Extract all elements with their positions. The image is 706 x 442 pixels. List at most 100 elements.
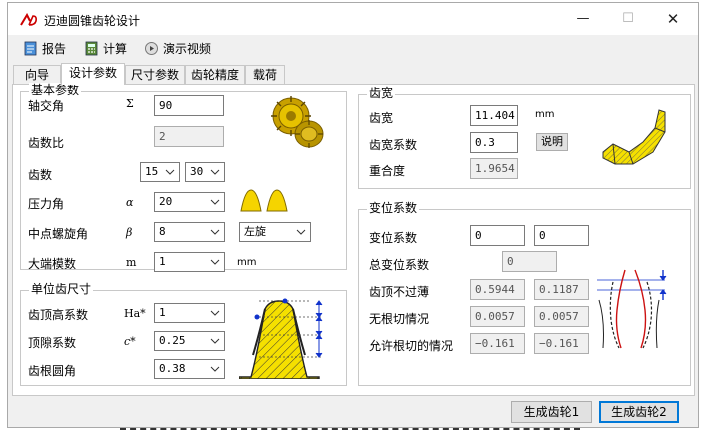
maximize-button[interactable]: ☐	[606, 7, 650, 31]
pressure-angle-symbol: α	[126, 196, 134, 209]
report-button[interactable]: 报告	[23, 38, 66, 58]
generate-gear2-button[interactable]: 生成齿轮2	[599, 401, 679, 423]
no-undercut-1-field: 0.0057	[470, 306, 525, 327]
allow-undercut-1-field: −0.161	[470, 333, 525, 354]
clearance-value: 0.25	[159, 334, 186, 347]
chevron-down-icon	[210, 199, 220, 205]
divider	[120, 428, 580, 434]
chevron-down-icon	[210, 229, 220, 235]
tab-gear-accuracy[interactable]: 齿轮精度	[185, 65, 245, 85]
contact-ratio-field: 1.9654	[470, 158, 518, 179]
calc-label: 计算	[103, 41, 128, 56]
clearance-select[interactable]: 0.25	[154, 331, 225, 351]
chevron-down-icon	[296, 229, 306, 235]
calculator-icon	[85, 41, 98, 55]
clearance-label: 顶隙系数	[28, 336, 77, 350]
chevron-down-icon	[210, 338, 220, 344]
teeth-z1-select[interactable]: 15	[140, 162, 180, 182]
shaft-angle-input[interactable]: 90	[154, 95, 224, 116]
window-title: 迈迪圆锥齿轮设计	[44, 14, 141, 28]
bevel-gear-pair-icon	[271, 96, 324, 148]
addendum-value: 1	[159, 306, 166, 319]
ratio-field: 2	[154, 126, 224, 147]
chevron-down-icon	[210, 169, 220, 175]
module-label: 大端模数	[28, 257, 77, 271]
teeth-z2-select[interactable]: 30	[185, 162, 225, 182]
basic-params-title: 基本参数	[29, 83, 82, 97]
face-width-title: 齿宽	[367, 86, 396, 100]
basic-params-group: 基本参数 轴交角 Σ 90 齿数比 2 齿数 15 30 压力角 α 20 中点…	[20, 83, 347, 272]
root-fillet-value: 0.38	[159, 362, 186, 375]
contact-ratio-label: 重合度	[369, 164, 406, 178]
module-value: 1	[159, 255, 166, 268]
addendum-select[interactable]: 1	[154, 303, 225, 323]
tooth-profile-icon	[240, 189, 288, 212]
tip-thickness-1-field: 0.5944	[470, 279, 525, 300]
close-button[interactable]: ✕	[651, 7, 695, 31]
toolbar: 报告 计算 演示视频	[8, 35, 698, 61]
face-width-group: 齿宽 齿宽 11.404 mm 齿宽系数 0.3 说明 重合度 1.9654	[358, 86, 691, 189]
tab-design-params[interactable]: 设计参数	[61, 63, 125, 85]
chevron-down-icon	[210, 259, 220, 265]
app-logo-icon	[20, 13, 37, 26]
allow-undercut-label: 允许根切的情况	[369, 339, 454, 353]
tab-dimension-params[interactable]: 尺寸参数	[125, 65, 185, 85]
undercut-diagram	[597, 269, 667, 349]
calc-button[interactable]: 计算	[84, 38, 127, 58]
shaft-angle-label: 轴交角	[28, 99, 65, 113]
clearance-symbol: c*	[124, 335, 136, 348]
module-symbol: m	[126, 256, 137, 269]
face-width-diagram	[602, 109, 666, 165]
allow-undercut-2-field: −0.161	[534, 333, 589, 354]
helix-hand-select[interactable]: 左旋	[239, 222, 311, 242]
face-width-input[interactable]: 11.404	[470, 105, 518, 126]
tip-thickness-label: 齿顶不过薄	[369, 285, 430, 299]
title-bar: 迈迪圆锥齿轮设计 — ☐ ✕	[8, 3, 698, 35]
chevron-down-icon	[165, 169, 175, 175]
root-fillet-select[interactable]: 0.38	[154, 359, 225, 379]
tooth-dimension-diagram	[239, 298, 323, 379]
helix-angle-value: 8	[159, 225, 166, 238]
addendum-symbol: Ha*	[124, 307, 146, 320]
app-window: 迈迪圆锥齿轮设计 — ☐ ✕ 报告 计算 演示视频 向导 设计参数 尺寸参数 齿…	[7, 2, 699, 428]
face-width-coef-label: 齿宽系数	[369, 138, 418, 152]
helix-hand-value: 左旋	[244, 225, 266, 238]
module-select[interactable]: 1	[154, 252, 225, 272]
tab-bar: 向导 设计参数 尺寸参数 齿轮精度 载荷	[13, 63, 693, 85]
design-params-panel: 基本参数 轴交角 Σ 90 齿数比 2 齿数 15 30 压力角 α 20 中点…	[12, 83, 695, 396]
helix-angle-select[interactable]: 8	[154, 222, 225, 242]
tab-guide[interactable]: 向导	[13, 65, 61, 85]
shift-coef-1-input[interactable]: 0	[470, 225, 525, 246]
pressure-angle-value: 20	[159, 195, 173, 208]
demo-label: 演示视频	[163, 41, 212, 56]
total-shift-field: 0	[502, 251, 557, 272]
module-unit: mm	[237, 257, 257, 268]
report-label: 报告	[42, 41, 67, 56]
unit-tooth-title: 单位齿尺寸	[29, 282, 94, 296]
explain-button[interactable]: 说明	[536, 133, 568, 151]
shift-coef-2-input[interactable]: 0	[534, 225, 589, 246]
tip-thickness-2-field: 0.1187	[534, 279, 589, 300]
shift-coef-label: 变位系数	[369, 231, 418, 245]
unit-tooth-group: 单位齿尺寸 齿顶高系数 Ha* 1 顶隙系数 c* 0.25 齿根圆角 0.38	[20, 282, 347, 386]
generate-gear1-button[interactable]: 生成齿轮1	[511, 401, 592, 423]
face-width-label: 齿宽	[369, 111, 394, 125]
face-width-coef-input[interactable]: 0.3	[470, 132, 518, 153]
shaft-angle-symbol: Σ	[126, 97, 134, 110]
total-shift-label: 总变位系数	[369, 258, 430, 272]
pressure-angle-label: 压力角	[28, 197, 65, 211]
bottom-bar: 生成齿轮1 生成齿轮2	[8, 397, 698, 427]
pressure-angle-select[interactable]: 20	[154, 192, 225, 212]
report-icon	[24, 41, 37, 55]
face-width-unit: mm	[535, 109, 555, 120]
chevron-down-icon	[210, 310, 220, 316]
no-undercut-label: 无根切情况	[369, 312, 430, 326]
shift-coef-group: 变位系数 变位系数 0 0 总变位系数 0 齿顶不过薄 0.5944 0.118…	[358, 201, 691, 386]
addendum-label: 齿顶高系数	[28, 308, 89, 322]
helix-angle-symbol: β	[126, 226, 133, 239]
tab-load[interactable]: 载荷	[245, 65, 285, 85]
demo-video-button[interactable]: 演示视频	[144, 38, 211, 58]
shift-coef-title: 变位系数	[367, 201, 420, 215]
minimize-button[interactable]: —	[561, 7, 605, 31]
no-undercut-2-field: 0.0057	[534, 306, 589, 327]
